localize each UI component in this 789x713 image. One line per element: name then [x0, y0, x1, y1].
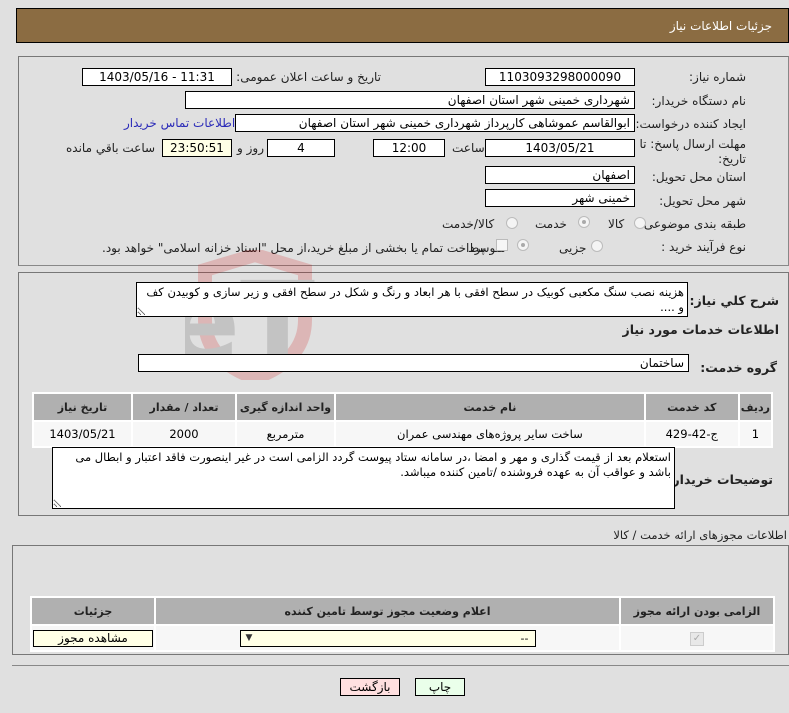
permits-table: الزامی بودن ارائه مجوز اعلام وضعیت مجوز … — [30, 596, 775, 652]
summary-label: شرح کلي نیاز: — [689, 293, 779, 308]
remaining-time-label: ساعت باقي مانده — [66, 141, 156, 155]
category-radio-goods-service[interactable] — [506, 217, 518, 229]
footer-divider — [12, 665, 789, 666]
services-title: اطلاعات خدمات مورد نیاز — [622, 322, 780, 337]
permit-status-value: -- — [520, 631, 529, 645]
purchase-type-label: نوع فرآیند خرید : — [661, 240, 746, 254]
summary-textarea[interactable]: هزینه نصب سنگ مکعبی کوبیک در سطح افقی با… — [136, 282, 688, 317]
purchase-option-minor: جزیی — [559, 241, 587, 255]
cell-row-number: 1 — [737, 420, 774, 448]
col-row-number: ردیف — [737, 392, 774, 422]
announce-datetime-label: تاریخ و ساعت اعلان عمومی: — [236, 70, 381, 84]
purchase-radio-minor[interactable] — [591, 240, 603, 252]
treasury-payment-note: پرداخت تمام یا بخشی از مبلغ خرید،از محل … — [102, 241, 485, 255]
services-table-header: ردیف کد خدمت نام خدمت واحد اندازه گیری ت… — [32, 392, 774, 422]
cell-unit: مترمربع — [235, 420, 336, 448]
cell-permit-details: مشاهده مجوز — [30, 624, 156, 652]
purchase-radio-medium[interactable] — [517, 239, 529, 251]
buyer-org-label: نام دستگاه خریدار: — [651, 94, 747, 108]
category-radio-goods[interactable] — [634, 217, 646, 229]
delivery-province-label: استان محل تحویل: — [651, 170, 746, 184]
buyer-org-field[interactable]: شهرداری خمینی شهر استان اصفهان — [185, 91, 635, 109]
delivery-city-label: شهر محل تحویل: — [659, 194, 746, 208]
col-permit-required: الزامی بودن ارائه مجوز — [619, 596, 775, 626]
permits-title: اطلاعات مجوزهای ارائه خدمت / کالا — [613, 528, 787, 542]
delivery-province-field[interactable]: اصفهان — [485, 166, 635, 184]
remaining-days-field[interactable]: 4 — [267, 139, 335, 157]
services-table: ردیف کد خدمت نام خدمت واحد اندازه گیری ت… — [32, 392, 774, 448]
chevron-down-icon: ▼ — [245, 632, 253, 643]
announce-datetime-field[interactable]: 1403/05/16 - 11:31 — [82, 68, 232, 86]
table-row: 1 ج-42-429 ساخت سایر پروژه‌های مهندسی عم… — [32, 420, 774, 448]
need-number-label: شماره نیاز: — [689, 70, 746, 84]
view-permit-button[interactable]: مشاهده مجوز — [33, 629, 153, 647]
col-permit-details: جزئیات — [30, 596, 156, 626]
col-need-date: تاریخ نیاز — [32, 392, 133, 422]
cell-permit-status: -- ▼ — [154, 624, 621, 652]
service-group-field[interactable]: ساختمان — [138, 354, 689, 372]
deadline-date-field[interactable]: 1403/05/21 — [485, 139, 635, 157]
treasury-payment-checkbox[interactable] — [496, 239, 508, 251]
category-label: طبقه بندی موضوعی: — [639, 217, 746, 231]
delivery-city-field[interactable]: خمینی شهر — [485, 189, 635, 207]
page-title: جزئیات اطلاعات نیاز — [669, 19, 772, 33]
permits-table-header: الزامی بودن ارائه مجوز اعلام وضعیت مجوز … — [30, 596, 775, 626]
days-label: روز و — [237, 141, 264, 155]
cell-service-code: ج-42-429 — [643, 420, 740, 448]
permit-row: ✓ -- ▼ مشاهده مجوز — [30, 624, 775, 652]
need-number-field[interactable]: 1103093298000090 — [485, 68, 635, 86]
cell-need-date: 1403/05/21 — [32, 420, 133, 448]
category-option-service: خدمت — [535, 217, 567, 231]
print-button[interactable]: چاپ — [415, 678, 465, 696]
category-option-goods: کالا — [608, 217, 625, 231]
col-service-code: کد خدمت — [643, 392, 740, 422]
cell-permit-required: ✓ — [619, 624, 775, 652]
permit-required-checkbox: ✓ — [690, 632, 704, 646]
col-quantity: تعداد / مقدار — [131, 392, 237, 422]
deadline-time-label: ساعت — [452, 141, 485, 155]
remaining-time-field: 23:50:51 — [162, 139, 232, 157]
deadline-label-line1: مهلت ارسال پاسخ: تا — [639, 137, 746, 151]
col-unit: واحد اندازه گیری — [235, 392, 336, 422]
back-button[interactable]: بازگشت — [340, 678, 400, 696]
page-header: جزئیات اطلاعات نیاز — [16, 8, 789, 43]
permit-status-select[interactable]: -- ▼ — [239, 629, 536, 647]
buyer-notes-label: توضیحات خریدار: — [667, 472, 773, 487]
col-permit-status: اعلام وضعیت مجوز توسط تامین کننده — [154, 596, 621, 626]
deadline-time-field[interactable]: 12:00 — [373, 139, 445, 157]
requester-field[interactable]: ابوالقاسم عموشاهی کارپرداز شهرداری خمینی… — [235, 114, 635, 132]
cell-service-name: ساخت سایر پروژه‌های مهندسی عمران — [334, 420, 646, 448]
requester-label: ایجاد کننده درخواست: — [635, 117, 746, 131]
category-option-goods-service: کالا/خدمت — [442, 217, 495, 231]
category-radio-service[interactable] — [578, 216, 590, 228]
deadline-label-line2: تاریخ: — [718, 152, 746, 166]
service-group-label: گروه خدمت: — [700, 360, 777, 375]
need-info-panel — [18, 56, 789, 266]
col-service-name: نام خدمت — [334, 392, 646, 422]
buyer-notes-textarea[interactable]: استعلام بعد از قیمت گذاری و مهر و امضا ،… — [52, 447, 675, 509]
buyer-contact-link[interactable]: اطلاعات تماس خریدار — [124, 116, 235, 130]
cell-quantity: 2000 — [131, 420, 237, 448]
